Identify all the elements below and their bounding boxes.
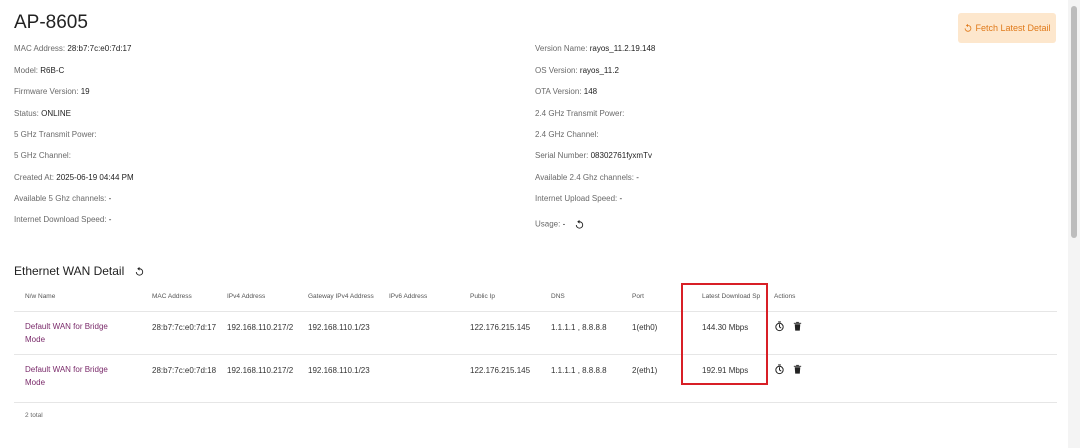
detail-internet-download-speed: Internet Download Speed: - <box>14 215 112 224</box>
detail-firmware-version: Firmware Version: 19 <box>14 87 90 96</box>
row-divider <box>14 354 1057 355</box>
wan-row-2-public-ip: 122.176.215.145 <box>470 366 531 375</box>
column-header-ipv6-address: IPv6 Address <box>389 293 428 300</box>
detail-internet-upload-speed: Internet Upload Speed: - <box>535 194 623 203</box>
detail-available-24ghz-channels: Available 2.4 Ghz channels: - <box>535 173 639 182</box>
wan-row-1-port: 1(eth0) <box>632 323 658 332</box>
column-header-nw-name: N/w Name <box>25 293 56 300</box>
wan-row-1-public-ip: 122.176.215.145 <box>470 323 531 332</box>
speed-test-timer-icon[interactable] <box>774 321 785 332</box>
detail-created-at: Created At: 2025-06-19 04:44 PM <box>14 173 134 182</box>
scrollbar-thumb[interactable] <box>1071 6 1077 238</box>
wan-row-1-dns: 1.1.1.1 , 8.8.8.8 <box>551 323 607 332</box>
wan-row-1-name-link[interactable]: Default WAN for Bridge Mode <box>25 320 125 346</box>
page-title: AP-8605 <box>14 12 88 33</box>
wan-row-2-gateway: 192.168.110.1/23 <box>308 366 370 375</box>
wan-row-2-name-link[interactable]: Default WAN for Bridge Mode <box>25 363 125 389</box>
wan-row-1-ipv4: 192.168.110.217/2 <box>227 323 294 332</box>
wan-row-1-gateway: 192.168.110.1/23 <box>308 323 370 332</box>
detail-os-version: OS Version: rayos_11.2 <box>535 66 619 75</box>
wan-row-1-actions <box>774 321 803 332</box>
wan-refresh-icon[interactable] <box>134 266 145 277</box>
detail-serial-number: Serial Number: 08302761fyxmTv <box>535 151 652 160</box>
table-bottom-divider <box>14 402 1057 403</box>
detail-usage: Usage: - <box>535 219 585 230</box>
speed-test-timer-icon[interactable] <box>774 364 785 375</box>
ethernet-wan-title-text: Ethernet WAN Detail <box>14 264 125 278</box>
fetch-latest-detail-label: Fetch Latest Detail <box>975 23 1051 33</box>
detail-model: Model: R6B-C <box>14 66 65 75</box>
detail-5ghz-channel: 5 GHz Channel: <box>14 151 71 160</box>
ethernet-wan-table: N/w Name MAC Address IPv4 Address Gatewa… <box>14 284 1057 424</box>
detail-version-name: Version Name: rayos_11.2.19.148 <box>535 44 656 53</box>
refresh-icon <box>965 23 972 32</box>
wan-row-2-mac: 28:b7:7c:e0:7d:18 <box>152 366 217 375</box>
detail-5ghz-transmit-power: 5 GHz Transmit Power: <box>14 130 97 139</box>
wan-row-2-actions <box>774 364 803 375</box>
wan-row-1-mac: 28:b7:7c:e0:7d:17 <box>152 323 217 332</box>
device-detail-page: AP-8605 Fetch Latest Detail MAC Address:… <box>0 0 1068 448</box>
vertical-scrollbar[interactable] <box>1068 0 1080 448</box>
column-header-public-ip: Public Ip <box>470 293 495 300</box>
detail-24ghz-transmit-power: 2.4 GHz Transmit Power: <box>535 109 625 118</box>
column-header-ipv4-address: IPv4 Address <box>227 293 266 300</box>
delete-trash-icon[interactable] <box>792 364 803 375</box>
detail-status: Status: ONLINE <box>14 109 71 118</box>
wan-row-2-port: 2(eth1) <box>632 366 658 375</box>
fetch-latest-detail-button[interactable]: Fetch Latest Detail <box>958 13 1056 43</box>
header-divider <box>14 311 1057 312</box>
column-header-actions: Actions <box>774 293 796 300</box>
column-header-port: Port <box>632 293 644 300</box>
detail-ota-version: OTA Version: 148 <box>535 87 598 96</box>
column-header-mac-address: MAC Address <box>152 293 192 300</box>
column-header-dns: DNS <box>551 293 565 300</box>
column-header-gateway-ipv4: Gateway IPv4 Address <box>308 293 374 300</box>
usage-refresh-icon[interactable] <box>574 219 585 230</box>
wan-row-2-ipv4: 192.168.110.217/2 <box>227 366 294 375</box>
table-total-count: 2 total <box>25 412 43 419</box>
detail-24ghz-channel: 2.4 GHz Channel: <box>535 130 599 139</box>
detail-mac-address: MAC Address: 28:b7:7c:e0:7d:17 <box>14 44 132 53</box>
detail-available-5ghz-channels: Available 5 Ghz channels: - <box>14 194 112 203</box>
download-column-highlight <box>681 283 768 385</box>
ethernet-wan-section-title: Ethernet WAN Detail <box>14 264 145 278</box>
wan-row-2-dns: 1.1.1.1 , 8.8.8.8 <box>551 366 607 375</box>
delete-trash-icon[interactable] <box>792 321 803 332</box>
